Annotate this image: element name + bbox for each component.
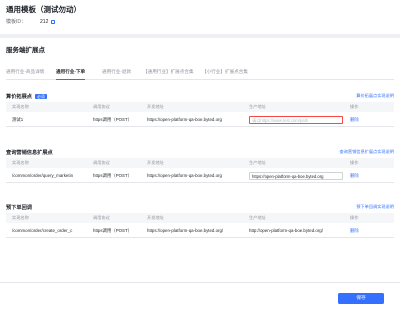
table: 实现名称 调用协议 开发地址 生产地址 操作 /common/order/cre… (6, 213, 394, 238)
delete-link[interactable]: 删除 (350, 112, 359, 127)
column-header: 实现名称 (12, 160, 29, 165)
table-row: /common/order/query_marketin https调用（POS… (6, 168, 394, 183)
tab-general-order[interactable]: 通用行业-下单 (56, 68, 86, 80)
tab-general-collection[interactable]: 【通用行业】扩展点合集 (143, 68, 194, 80)
table-header: 实现名称 调用协议 开发地址 生产地址 操作 (6, 158, 394, 168)
column-header: 开发地址 (147, 160, 164, 165)
delete-link[interactable]: 删除 (350, 168, 359, 183)
template-id-value: 212 (40, 18, 49, 25)
impl-name: /common/order/create_order_c (12, 228, 73, 233)
protocol: https调用（POST） (93, 228, 133, 233)
impl-name: /common/order/query_marketin (12, 173, 74, 178)
table-header: 实现名称 调用协议 开发地址 生产地址 操作 (6, 102, 394, 112)
group-header: 算价拓展点 必须 算价拓展点实现说明 (6, 93, 394, 101)
dev-url: https://open-platform-qa-boe.byted.org (147, 173, 222, 178)
table-header: 实现名称 调用协议 开发地址 生产地址 操作 (6, 213, 394, 223)
protocol: https调用（POST） (93, 117, 133, 122)
group-title-text: 算价拓展点 (6, 94, 32, 100)
group-title: 预下单回调 (6, 205, 32, 211)
prod-url-input[interactable]: 请以https://www.test.com/path (249, 116, 343, 124)
column-header: 操作 (350, 160, 359, 165)
dev-url: https://open-platform-qa-boe.byted.org (147, 117, 222, 122)
column-header: 操作 (350, 215, 359, 220)
column-header: 调用协议 (93, 215, 110, 220)
group-title: 算价拓展点 必须 (6, 93, 47, 100)
tab-bar: 通用行业-商品详情 通用行业-下单 通用行业-退款 【通用行业】扩展点合集 【小… (6, 68, 394, 80)
section-title: 服务端扩展点 (6, 47, 45, 54)
page-header: 通用模板（测试勿动） 模板ID： 212 (0, 0, 400, 34)
column-header: 生产地址 (249, 160, 266, 165)
column-header: 操作 (350, 104, 359, 109)
column-header: 调用协议 (93, 104, 110, 109)
table: 实现名称 调用协议 开发地址 生产地址 操作 /common/order/que… (6, 158, 394, 183)
page-title: 通用模板（测试勿动） (6, 5, 81, 14)
footer-bar: 保存 (0, 282, 400, 313)
tab-general-product-detail[interactable]: 通用行业-商品详情 (6, 68, 44, 80)
column-header: 实现名称 (12, 104, 29, 109)
column-header: 调用协议 (93, 160, 110, 165)
table-row: 测试1 https调用（POST） https://open-platform-… (6, 112, 394, 127)
group-doc-link[interactable]: 算价拓展点实现说明 (356, 93, 394, 99)
dev-url: https://open-platform-qa-boe.byted.org/ (147, 228, 224, 233)
group-title: 查询营销信息扩展点 (6, 150, 53, 156)
save-button[interactable]: 保存 (338, 293, 384, 304)
column-header: 开发地址 (147, 104, 164, 109)
required-badge: 必须 (34, 93, 47, 99)
prod-url-input[interactable]: https://open-platform-qa-boe.byted.org (249, 172, 343, 180)
tab-small-industry-collection[interactable]: 【小行业】扩展点合集 (202, 68, 248, 80)
impl-name: 测试1 (12, 117, 24, 122)
table: 实现名称 调用协议 开发地址 生产地址 操作 测试1 https调用（POST）… (6, 102, 394, 127)
column-header: 实现名称 (12, 215, 29, 220)
column-header: 开发地址 (147, 215, 164, 220)
tab-general-refund[interactable]: 通用行业-退款 (102, 68, 131, 80)
column-header: 生产地址 (249, 104, 266, 109)
extension-card: 服务端扩展点 通用行业-商品详情 通用行业-下单 通用行业-退款 【通用行业】扩… (0, 38, 400, 313)
prod-url: http://open-platform-qa-boe.byted.org/ (249, 228, 323, 233)
group-header: 预下单回调 预下单回调实现说明 (6, 204, 394, 212)
protocol: https调用（POST） (93, 173, 133, 178)
copy-icon[interactable] (51, 19, 56, 24)
table-row: /common/order/create_order_c https调用（POS… (6, 223, 394, 238)
template-id-label: 模板ID： (6, 19, 27, 25)
group-doc-link[interactable]: 查询营销信息扩展点实现说明 (340, 149, 394, 155)
group-doc-link[interactable]: 预下单回调实现说明 (356, 204, 394, 210)
column-header: 生产地址 (249, 215, 266, 220)
template-id-row: 模板ID： 212 (6, 18, 56, 25)
group-header: 查询营销信息扩展点 查询营销信息扩展点实现说明 (6, 149, 394, 157)
delete-link[interactable]: 删除 (350, 223, 359, 238)
